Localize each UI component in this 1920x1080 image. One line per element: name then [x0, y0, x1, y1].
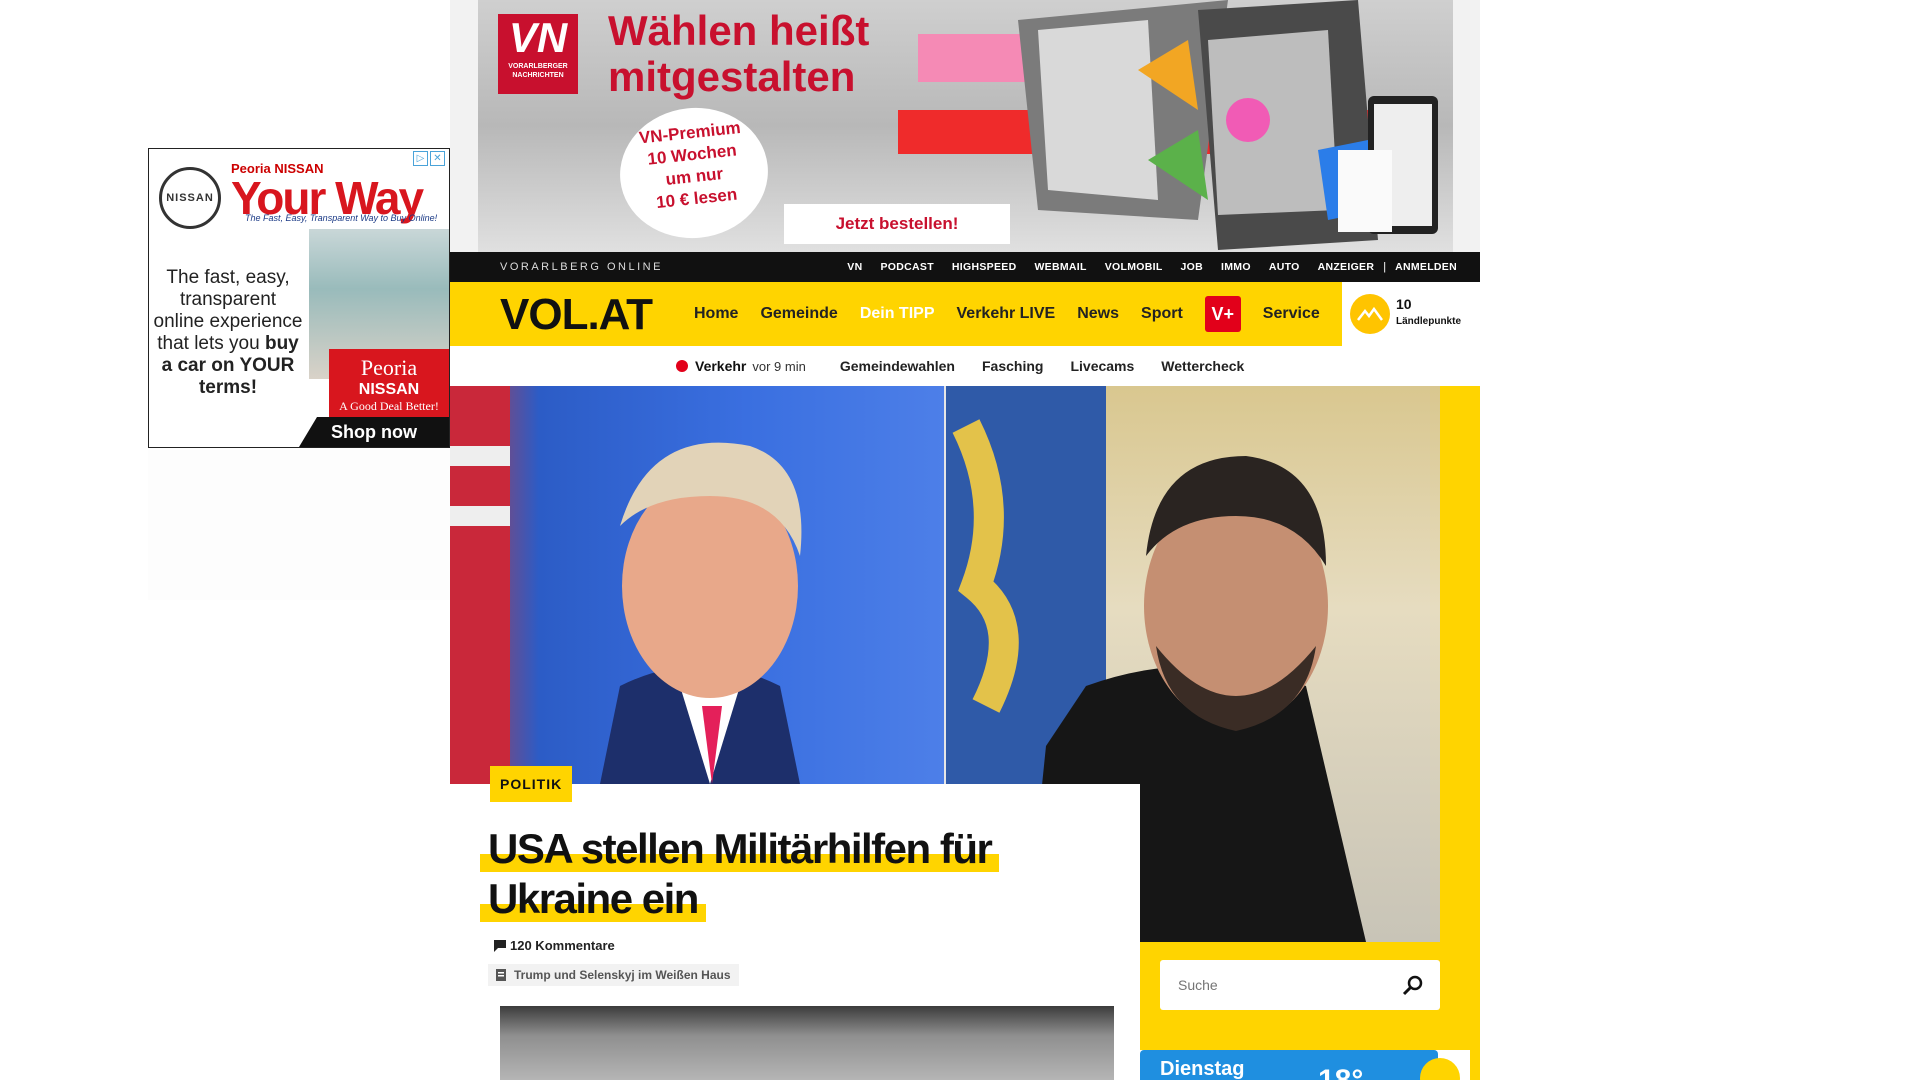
login-link[interactable]: ANMELDEN [1386, 261, 1466, 273]
live-dot-icon [676, 360, 688, 372]
points-value: 10 [1396, 296, 1412, 312]
vn-logo-text: VORARLBERGER NACHRICHTEN [508, 63, 568, 79]
side-advertisement[interactable]: ▷ ✕ NISSAN Peoria NISSAN Your Way The Fa… [148, 148, 450, 448]
utility-links: VN PODCAST HIGHSPEED WEBMAIL VOLMOBIL JO… [838, 252, 1466, 282]
utility-link-job[interactable]: JOB [1172, 261, 1213, 273]
utility-link-podcast[interactable]: PODCAST [871, 261, 942, 273]
traffic-timestamp: vor 9 min [752, 358, 806, 374]
related-article-link[interactable]: Trump und Selenskyj im Weißen Haus [488, 964, 739, 986]
utility-link-highspeed[interactable]: HIGHSPEED [943, 261, 1026, 273]
search-icon[interactable] [1402, 974, 1424, 996]
ad-tagline: The Fast, Easy, Transparent Way to Buy O… [245, 213, 438, 223]
offer-badge: VN-Premium 10 Wochen um nur 10 € lesen [613, 100, 775, 246]
site-logo[interactable]: VOL.AT [500, 290, 653, 340]
sub-navigation: Verkehr vor 9 min Gemeindewahlen Faschin… [450, 346, 1480, 386]
headline-line-2: Ukraine ein [480, 875, 706, 922]
related-article-title: Trump und Selenskyj im Weißen Haus [514, 968, 731, 982]
utility-link-webmail[interactable]: WEBMAIL [1025, 261, 1095, 273]
site-tagline: VORARLBERG ONLINE [500, 261, 663, 273]
traffic-link[interactable]: Verkehr [695, 358, 746, 374]
nav-item-home[interactable]: Home [694, 305, 738, 323]
main-navigation: VOL.AT Home Gemeinde Dein TIPP Verkehr L… [450, 282, 1480, 346]
nav-item-dein-tipp[interactable]: Dein TIPP [860, 305, 935, 323]
banner-headline: Wählen heißt mitgestalten [608, 8, 869, 100]
top-banner-ad[interactable]: VN VORARLBERGER NACHRICHTEN Wählen heißt… [450, 0, 1480, 252]
comments-count: 120 Kommentare [510, 938, 615, 953]
close-icon[interactable]: ✕ [430, 151, 445, 166]
comment-icon [494, 939, 506, 952]
sub-nav-fasching[interactable]: Fasching [982, 358, 1043, 374]
sub-nav-gemeindewahlen[interactable]: Gemeindewahlen [840, 358, 955, 374]
adchoices-icon[interactable]: ▷ [413, 151, 428, 166]
article-icon [496, 969, 506, 981]
sub-nav-wettercheck[interactable]: Wettercheck [1161, 358, 1244, 374]
secondary-article-image[interactable] [500, 1006, 1114, 1080]
banner-headline-line-1: Wählen heißt [608, 7, 870, 54]
adchoices[interactable]: ▷ ✕ [413, 151, 447, 167]
utility-link-auto[interactable]: AUTO [1260, 261, 1309, 273]
points-label: Ländlepunkte [1396, 316, 1462, 327]
dealer-badge: Peoria NISSAN A Good Deal Better! [329, 349, 449, 419]
nav-item-verkehr-live[interactable]: Verkehr LIVE [957, 305, 1056, 323]
nav-item-service[interactable]: Service [1263, 305, 1320, 323]
utility-link-volmobil[interactable]: VOLMOBIL [1096, 261, 1172, 273]
portrait-left-illustration [450, 386, 802, 784]
hero-article[interactable]: POLITIK USA stellen Militärhilfen für Uk… [450, 766, 1140, 1080]
search-box [1160, 960, 1440, 1010]
vplus-icon[interactable]: V+ [1204, 296, 1241, 332]
dealer-slogan: A Good Deal Better! [339, 399, 439, 413]
utility-link-vn[interactable]: VN [838, 261, 871, 273]
sub-nav-livecams[interactable]: Livecams [1070, 358, 1134, 374]
weather-card: Dienstag 18° [1140, 1050, 1438, 1080]
banner-headline-line-2: mitgestalten [608, 53, 856, 100]
order-now-button[interactable]: Jetzt bestellen! [784, 204, 1010, 244]
dealer-name-2: NISSAN [358, 381, 420, 398]
category-badge[interactable]: POLITIK [490, 766, 573, 802]
sub-nav-items: Verkehr vor 9 min Gemeindewahlen Faschin… [676, 346, 1271, 386]
search-input[interactable] [1160, 960, 1390, 1010]
sun-mountain-icon [1350, 294, 1390, 334]
laendlepunkte-widget[interactable]: 10 Ländlepunkte [1340, 282, 1480, 346]
page-viewport: ▷ ✕ NISSAN Peoria NISSAN Your Way The Fa… [0, 0, 1920, 1080]
utility-bar: VORARLBERG ONLINE VN PODCAST HIGHSPEED W… [450, 252, 1480, 282]
banner-artwork: VN VORARLBERGER NACHRICHTEN Wählen heißt… [478, 0, 1453, 252]
side-ad-space [148, 450, 450, 600]
dealer-name-1: Peoria [360, 355, 418, 380]
nav-item-gemeinde[interactable]: Gemeinde [760, 305, 837, 323]
utility-link-immo[interactable]: IMMO [1212, 261, 1260, 273]
weather-widget[interactable]: Dienstag 18° [1140, 1050, 1470, 1080]
vn-logo-mark: VN [508, 14, 568, 61]
shop-now-button[interactable]: Shop now [299, 417, 449, 447]
headline-line-1: USA stellen Militärhilfen für [480, 825, 1000, 872]
hero-section: POLITIK USA stellen Militärhilfen für Uk… [450, 386, 1480, 1080]
utility-link-anzeiger[interactable]: ANZEIGER [1309, 261, 1384, 273]
comments-link[interactable]: 120 Kommentare [494, 938, 615, 953]
nissan-logo: NISSAN [159, 167, 221, 229]
weather-day: Dienstag [1160, 1058, 1245, 1080]
ad-body: The fast, easy, transparent online exper… [153, 267, 303, 399]
weather-temperature: 18° [1318, 1064, 1363, 1080]
nav-item-sport[interactable]: Sport [1141, 305, 1183, 323]
nav-item-news[interactable]: News [1077, 305, 1119, 323]
hero-image-left[interactable] [450, 386, 944, 784]
article-headline[interactable]: USA stellen Militärhilfen für Ukraine ei… [480, 824, 1080, 924]
vn-logo: VN VORARLBERGER NACHRICHTEN [498, 14, 578, 94]
main-nav-items: Home Gemeinde Dein TIPP Verkehr LIVE New… [694, 282, 1342, 346]
